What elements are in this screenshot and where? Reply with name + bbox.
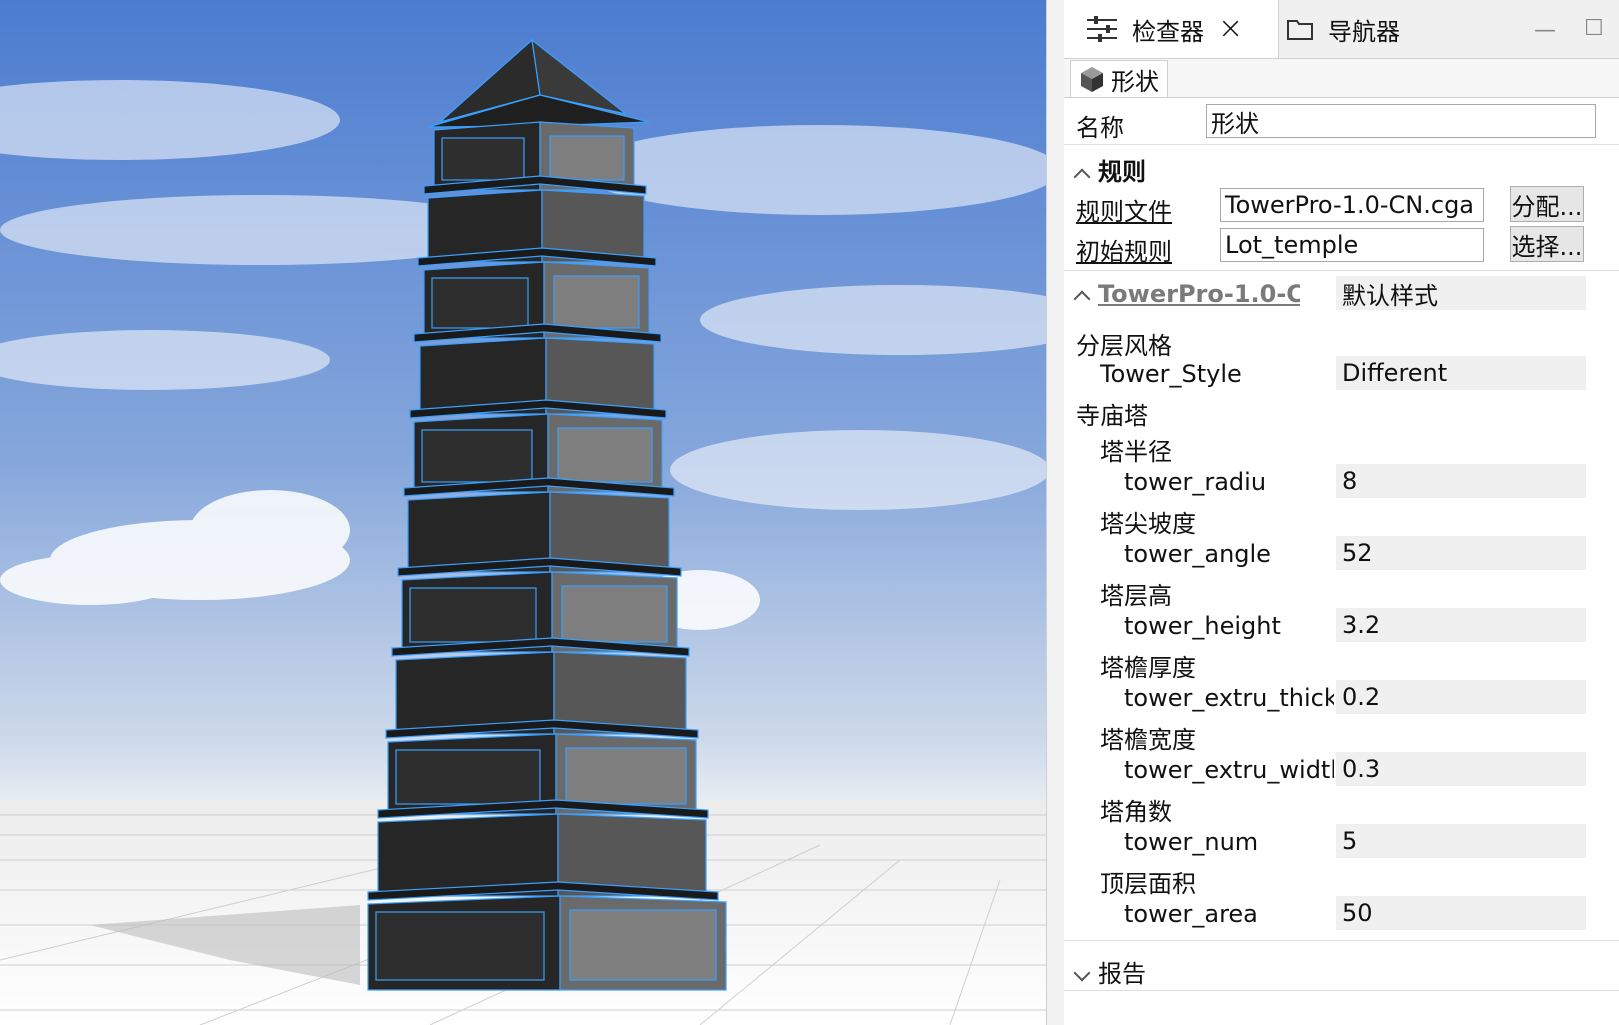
param-row: tower_extru_thickr 0.2 (1064, 680, 1619, 716)
tower-window (395, 749, 541, 805)
param-title-row: 塔檐厚度 (1064, 644, 1619, 682)
start-rule-label: 初始规则 (1076, 238, 1172, 266)
param-title: 塔檐宽度 (1100, 726, 1196, 754)
param-title: 塔尖坡度 (1100, 510, 1196, 538)
rules-section-title: 规则 (1098, 158, 1146, 186)
param-row: tower_height 3.2 (1064, 608, 1619, 644)
rule-file-label: 规则文件 (1076, 198, 1172, 226)
shape-subtab[interactable]: 形状 (1070, 60, 1168, 97)
start-rule-input[interactable]: Lot_temple (1220, 228, 1484, 262)
param-name: tower_extru_width (1124, 756, 1334, 784)
param-row: tower_extru_width 0.3 (1064, 752, 1619, 788)
tower-window (565, 747, 687, 805)
param-value[interactable]: 0.2 (1336, 680, 1586, 714)
param-row: tower_angle 52 (1064, 536, 1619, 572)
tab-inspector-label: 检查器 (1132, 17, 1204, 46)
panel-splitter[interactable] (1046, 0, 1065, 1025)
tower-window (557, 427, 653, 483)
inspector-panel: 检查器 × 导航器 — ☐ 形状 名称 形状 规则 规则文件 TowerPro-… (1064, 0, 1619, 1025)
param-value[interactable]: 52 (1336, 536, 1586, 570)
param-name: tower_num (1124, 828, 1259, 856)
param-title: 塔层高 (1100, 582, 1172, 610)
param-title-row: 塔层高 (1064, 572, 1619, 610)
param-title: 塔半径 (1100, 438, 1172, 466)
style-select[interactable]: 默认样式 (1336, 276, 1586, 310)
param-title: 塔角数 (1100, 798, 1172, 826)
close-icon[interactable]: × (1218, 14, 1243, 44)
shape-subtab-label: 形状 (1111, 67, 1159, 96)
tower-window (549, 135, 625, 181)
param-value[interactable]: 8 (1336, 464, 1586, 498)
param-name: tower_extru_thickr (1124, 684, 1334, 712)
rule-file-row: 规则文件 TowerPro-1.0-CN.cga 分配... (1064, 186, 1619, 226)
maximize-icon[interactable]: ☐ (1584, 16, 1604, 41)
attributes-header[interactable]: TowerPro-1.0-CN 默认样式 (1064, 276, 1619, 312)
sliders-icon (1086, 16, 1118, 42)
rule-link[interactable]: TowerPro-1.0-CN (1098, 280, 1300, 308)
tab-inspector[interactable]: 检查器 × (1064, 0, 1279, 58)
param-title-row: 顶层面积 (1064, 860, 1619, 898)
name-row: 名称 形状 (1064, 104, 1619, 142)
param-row: tower_radiu 8 (1064, 464, 1619, 500)
group-temple-tower: 寺庙塔 (1064, 392, 1619, 430)
param-name: tower_radiu (1124, 468, 1267, 496)
start-rule-row: 初始规则 Lot_temple 选择... (1064, 226, 1619, 266)
report-section-header[interactable]: 报告 (1064, 950, 1619, 988)
select-button[interactable]: 选择... (1510, 226, 1584, 262)
param-name: tower_height (1124, 612, 1281, 640)
attr-value[interactable]: Different (1336, 356, 1586, 390)
chevron-up-icon (1073, 290, 1091, 308)
tower-window (421, 429, 533, 483)
param-value[interactable]: 5 (1336, 824, 1586, 858)
param-title: 塔檐厚度 (1100, 654, 1196, 682)
assign-button[interactable]: 分配... (1510, 186, 1584, 222)
tower-window (553, 275, 640, 329)
attr-row: Tower_Style Different (1064, 356, 1619, 392)
param-value[interactable]: 50 (1336, 896, 1586, 930)
param-title: 顶层面积 (1100, 870, 1196, 898)
chevron-down-icon (1073, 964, 1091, 982)
rules-section-header[interactable]: 规则 (1064, 148, 1619, 186)
param-title-row: 塔角数 (1064, 788, 1619, 826)
rule-file-input[interactable]: TowerPro-1.0-CN.cga (1220, 188, 1484, 222)
tower-window (409, 587, 537, 643)
tower-window (561, 585, 668, 643)
group-layer-style: 分层风格 (1064, 322, 1619, 360)
report-label: 报告 (1098, 960, 1146, 988)
param-title-row: 塔尖坡度 (1064, 500, 1619, 538)
param-row: tower_num 5 (1064, 824, 1619, 860)
attr-name: Tower_Style (1100, 360, 1242, 388)
tab-navigator[interactable]: 导航器 (1276, 0, 1400, 58)
minimize-icon[interactable]: — (1534, 18, 1556, 43)
name-label: 名称 (1076, 114, 1124, 142)
param-name: tower_area (1124, 900, 1258, 928)
tab-bar: 检查器 × 导航器 — ☐ (1064, 0, 1619, 59)
param-name: tower_angle (1124, 540, 1271, 568)
folder-icon (1286, 17, 1314, 41)
3d-viewport[interactable] (0, 0, 1046, 1025)
name-input[interactable]: 形状 (1206, 104, 1596, 138)
tower-window (441, 137, 525, 181)
tower-window (375, 911, 545, 981)
param-value[interactable]: 0.3 (1336, 752, 1586, 786)
cube-icon (1079, 65, 1105, 93)
inspector-content: 名称 形状 规则 规则文件 TowerPro-1.0-CN.cga 分配... … (1064, 98, 1619, 1025)
group-title: 寺庙塔 (1076, 402, 1148, 430)
chevron-up-icon (1073, 168, 1091, 186)
param-value[interactable]: 3.2 (1336, 608, 1586, 642)
param-title-row: 塔檐宽度 (1064, 716, 1619, 754)
param-title-row: 塔半径 (1064, 428, 1619, 466)
tower-window (431, 277, 529, 329)
tower-window (569, 909, 717, 981)
param-row: tower_area 50 (1064, 896, 1619, 932)
tab-navigator-label: 导航器 (1328, 17, 1400, 46)
